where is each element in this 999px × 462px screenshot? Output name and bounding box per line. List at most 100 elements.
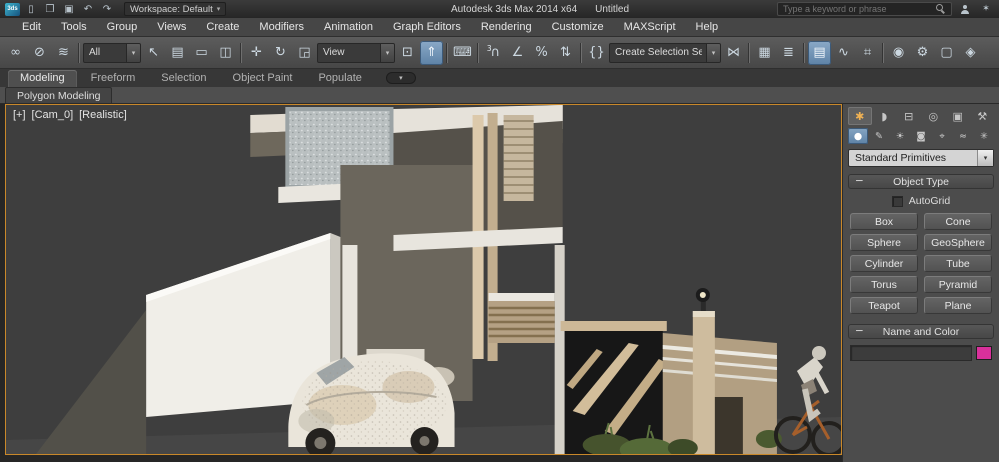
tab-display[interactable]: ▣ [946, 107, 970, 125]
select-and-rotate-button[interactable]: ↻ [269, 41, 292, 65]
chevron-down-icon: ▾ [399, 74, 403, 82]
rectangular-selection-region-button[interactable]: ▭ [190, 41, 213, 65]
menu-create[interactable]: Create [196, 18, 249, 36]
pyramid-button[interactable]: Pyramid [924, 276, 992, 293]
object-color-swatch[interactable] [976, 346, 992, 360]
spinner-snap-toggle[interactable]: ⇅ [554, 41, 577, 65]
percent-snap-toggle[interactable]: % [530, 41, 553, 65]
workspace-dropdown[interactable]: Workspace: Default ▾ [124, 2, 227, 16]
box-button[interactable]: Box [850, 213, 918, 230]
create-category-row: ● ✎ ☀ ◙ ⌖ ≈ ✳ [847, 128, 995, 149]
select-and-manipulate-button[interactable]: ⇑ [420, 40, 443, 65]
sign-in-button[interactable] [957, 2, 973, 16]
unlink-selection-button[interactable]: ⊘ [28, 41, 51, 65]
redo-button[interactable]: ↷ [99, 2, 115, 16]
tab-selection[interactable]: Selection [149, 70, 218, 87]
mirror-button[interactable]: ⋈ [722, 41, 745, 65]
menu-animation[interactable]: Animation [314, 18, 383, 36]
tab-object-paint[interactable]: Object Paint [221, 70, 305, 87]
menu-views[interactable]: Views [147, 18, 196, 36]
ribbon-minimize-button[interactable]: ▾ [385, 72, 416, 84]
category-lights[interactable]: ☀ [890, 128, 910, 144]
undo-button[interactable]: ↶ [80, 2, 96, 16]
layer-manager-button[interactable]: ≣ [777, 41, 800, 65]
snaps-toggle-button[interactable]: 3 ∩ [482, 41, 505, 65]
tab-populate[interactable]: Populate [306, 70, 373, 87]
new-scene-button[interactable]: ▯ [23, 2, 39, 16]
schematic-view-button[interactable]: ⌗ [856, 41, 879, 65]
autogrid-checkbox[interactable] [891, 195, 903, 207]
edit-named-selection-sets-button[interactable]: {} [585, 41, 608, 65]
category-systems[interactable]: ✳ [974, 128, 994, 144]
help-search-box[interactable] [777, 2, 952, 16]
primitive-category-dropdown[interactable]: Standard Primitives ▾ [848, 149, 994, 167]
category-cameras[interactable]: ◙ [911, 128, 931, 144]
camera-viewport[interactable]: [+] [Cam_0] [Realistic] [5, 104, 842, 455]
cone-button[interactable]: Cone [924, 213, 992, 230]
cameras-icon: ◙ [916, 130, 926, 142]
use-pivot-point-center-button[interactable]: ⊡ [396, 41, 419, 65]
viewport-scene[interactable] [6, 105, 841, 454]
tab-utilities[interactable]: ⚒ [971, 107, 995, 125]
menu-graph-editors[interactable]: Graph Editors [383, 18, 471, 36]
tab-hierarchy[interactable]: ⊟ [897, 107, 921, 125]
geosphere-button[interactable]: GeoSphere [924, 234, 992, 251]
select-by-name-button[interactable]: ▤ [166, 41, 189, 65]
reference-coordinate-system-dropdown[interactable]: View ▾ [317, 42, 395, 63]
viewport-general-menu[interactable]: [+] [13, 109, 26, 121]
angle-snap-toggle[interactable]: ∠ [506, 41, 529, 65]
select-and-move-button[interactable]: ✛ [245, 41, 268, 65]
select-object-button[interactable]: ↖ [142, 41, 165, 65]
viewport-pov-menu[interactable]: [Cam_0] [32, 109, 74, 121]
category-helpers[interactable]: ⌖ [932, 128, 952, 144]
menu-group[interactable]: Group [97, 18, 148, 36]
selection-filter-dropdown[interactable]: All ▾ [83, 42, 141, 63]
tab-modify[interactable]: ◗ [873, 107, 897, 125]
tab-polygon-modeling[interactable]: Polygon Modeling [5, 87, 113, 103]
tab-motion[interactable]: ◎ [922, 107, 946, 125]
select-and-scale-button[interactable]: ◲ [293, 41, 316, 65]
named-selection-sets-dropdown[interactable]: Create Selection Se ▾ [609, 42, 721, 63]
tab-modeling[interactable]: Modeling [8, 70, 77, 87]
rendered-frame-window-button[interactable]: ▢ [935, 41, 958, 65]
select-and-link-button[interactable]: ∞ [4, 41, 27, 65]
menu-customize[interactable]: Customize [542, 18, 614, 36]
search-input[interactable] [783, 4, 932, 14]
render-production-button[interactable]: ◈ [959, 41, 982, 65]
object-name-field[interactable] [850, 345, 972, 361]
menu-tools[interactable]: Tools [51, 18, 97, 36]
material-editor-button[interactable]: ◉ [887, 41, 910, 65]
tab-create[interactable]: ✱ [848, 107, 872, 125]
category-space-warps[interactable]: ≈ [953, 128, 973, 144]
name-and-color-rollout-header[interactable]: − Name and Color [848, 324, 994, 339]
keyboard-shortcut-override-toggle[interactable]: ⌨ [451, 41, 474, 65]
category-shapes[interactable]: ✎ [869, 128, 889, 144]
teapot-button[interactable]: Teapot [850, 297, 918, 314]
bind-to-space-warp-button[interactable]: ≋ [52, 41, 75, 65]
toolbar-separator [578, 41, 584, 65]
save-file-button[interactable]: ▣ [61, 2, 77, 16]
menu-maxscript[interactable]: MAXScript [614, 18, 686, 36]
tube-button[interactable]: Tube [924, 255, 992, 272]
favorites-button[interactable]: ✶ [978, 2, 994, 16]
category-geometry[interactable]: ● [848, 128, 868, 144]
align-button[interactable]: ▦ [753, 41, 776, 65]
sphere-button[interactable]: Sphere [850, 234, 918, 251]
ribbon-toggle-button[interactable]: ▤ [808, 40, 831, 65]
curve-editor-button[interactable]: ∿ [832, 41, 855, 65]
menu-rendering[interactable]: Rendering [471, 18, 542, 36]
plane-button[interactable]: Plane [924, 297, 992, 314]
tab-freeform[interactable]: Freeform [79, 70, 148, 87]
window-crossing-toggle[interactable]: ◫ [214, 41, 237, 65]
menu-modifiers[interactable]: Modifiers [249, 18, 314, 36]
viewport-shading-menu[interactable]: [Realistic] [79, 109, 127, 121]
menu-edit[interactable]: Edit [12, 18, 51, 36]
menu-help[interactable]: Help [686, 18, 729, 36]
render-setup-button[interactable]: ⚙ [911, 41, 934, 65]
app-logo-icon[interactable]: 3ds [5, 2, 20, 16]
spinner-icon: ⇅ [560, 45, 571, 60]
torus-button[interactable]: Torus [850, 276, 918, 293]
cylinder-button[interactable]: Cylinder [850, 255, 918, 272]
open-file-button[interactable]: ❒ [42, 2, 58, 16]
object-type-rollout-header[interactable]: − Object Type [848, 174, 994, 189]
